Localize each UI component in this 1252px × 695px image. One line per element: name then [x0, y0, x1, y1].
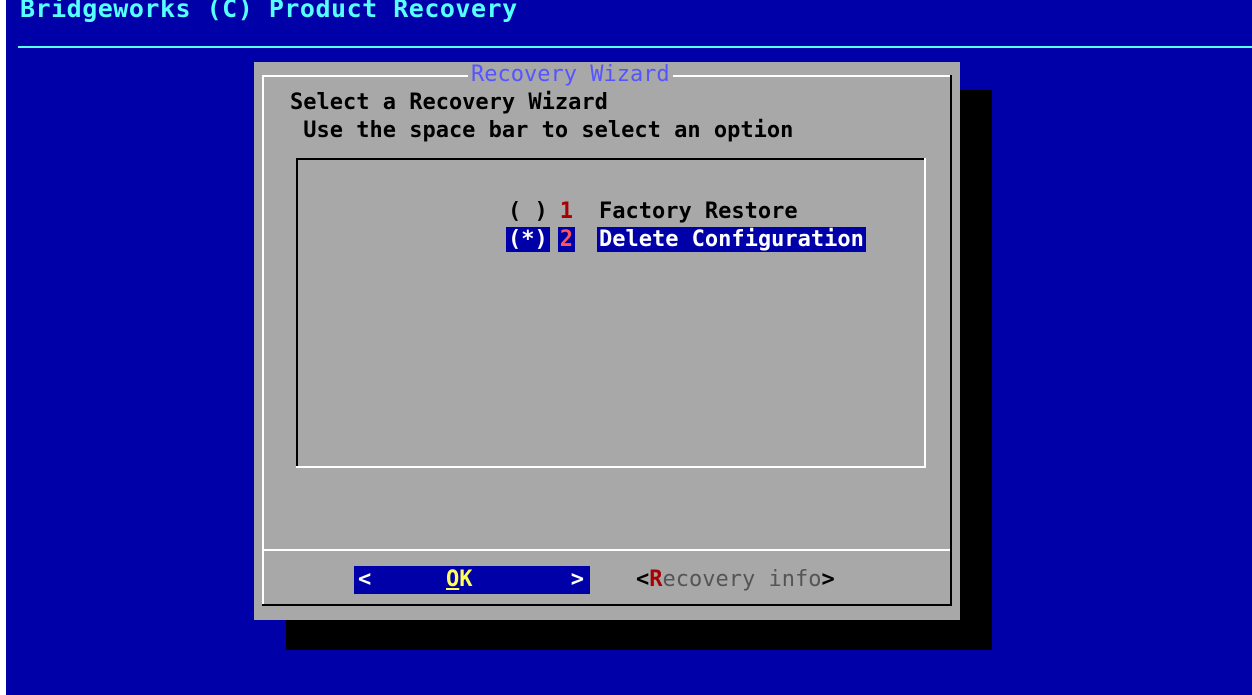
radio-option-factory-restore[interactable]: ( ) 1 Factory Restore: [400, 170, 800, 224]
dialog-frame-bottom: [262, 604, 952, 606]
info-close-bracket: >: [821, 567, 835, 592]
ok-button-left-bracket: <: [358, 567, 372, 592]
terminal-screen: Bridgeworks (C) Product Recovery Recover…: [6, 0, 1252, 695]
list-frame-top: [296, 158, 926, 160]
radio-marker[interactable]: (*): [505, 227, 550, 252]
info-hotkey: R: [649, 567, 663, 592]
option-label: Delete Configuration: [596, 227, 866, 252]
ok-label-rest: K: [459, 567, 473, 592]
radio-list: ( ) 1 Factory Restore (*) 2 Delete Configura…: [296, 158, 926, 468]
prompt-heading: Select a Recovery Wizard: [290, 90, 608, 115]
recovery-info-button[interactable]: <Recovery info>: [636, 566, 835, 594]
dialog-frame-right: [950, 75, 952, 606]
info-open-bracket: <: [636, 567, 650, 592]
dialog-frame-left: [262, 75, 264, 606]
dialog-title: Recovery Wizard: [468, 62, 673, 88]
ok-button-right-bracket: >: [570, 567, 584, 592]
recovery-wizard-dialog: Recovery Wizard Select a Recovery Wizard…: [254, 62, 960, 620]
radio-option-delete-configuration[interactable]: (*) 2 Delete Configuration: [400, 198, 866, 252]
list-frame-right: [924, 158, 926, 468]
backtitle-rule: [18, 46, 1252, 48]
list-frame-left: [296, 158, 298, 468]
info-label-rest: ecovery info: [662, 567, 822, 592]
option-tag: 2: [557, 227, 575, 252]
list-frame-bottom: [296, 466, 926, 468]
ok-button-label: OK: [446, 566, 473, 594]
button-separator: [264, 549, 950, 551]
ok-button[interactable]: < OK >: [354, 566, 590, 594]
ok-hotkey: O: [446, 567, 460, 592]
backtitle: Bridgeworks (C) Product Recovery: [20, 0, 518, 23]
prompt-instructions: Use the space bar to select an option: [290, 118, 794, 143]
